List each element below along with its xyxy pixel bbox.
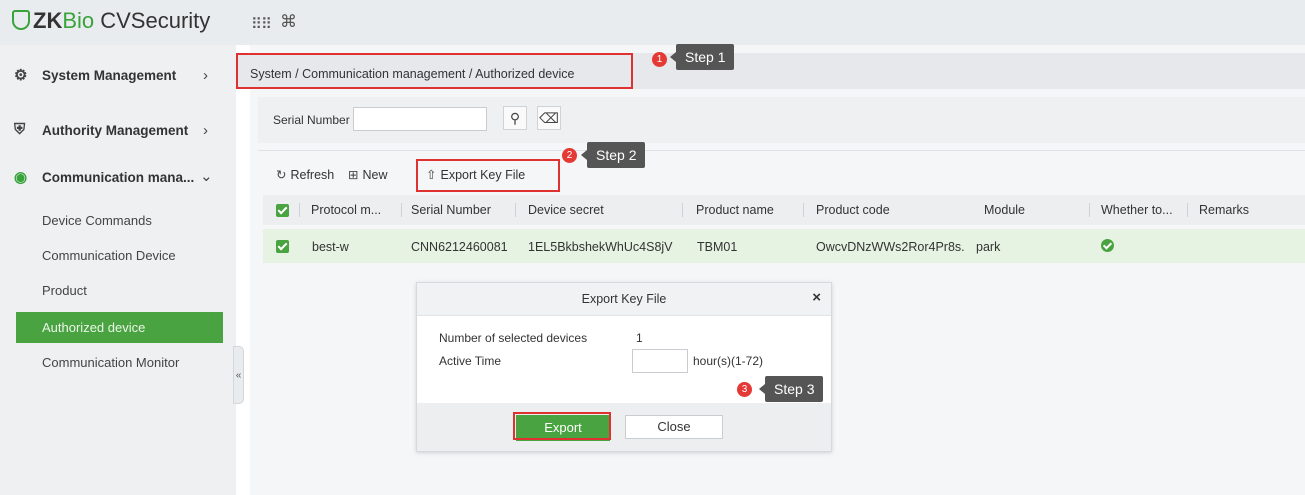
chevron-right-icon: › — [203, 67, 208, 84]
sidebar-collapse-handle[interactable]: « — [233, 346, 244, 404]
column-product-name[interactable]: Product name — [696, 203, 774, 217]
menu-label: Authority Management — [42, 123, 189, 138]
broadcast-icon: ◉ — [14, 169, 28, 186]
refresh-icon: ↻ — [276, 168, 287, 182]
column-device-secret[interactable]: Device secret — [528, 203, 604, 217]
step1-highlight — [236, 53, 633, 89]
chevron-down-icon: ⌄ — [200, 168, 213, 185]
refresh-button[interactable]: ↻ Refresh — [276, 167, 334, 182]
step3-highlight — [513, 412, 611, 440]
app-grid-icon[interactable]: ⠿⠿ — [251, 15, 272, 33]
step1-callout: Step 1 — [669, 44, 735, 70]
close-button[interactable]: Close — [625, 415, 723, 439]
selected-devices-label: Number of selected devices — [439, 331, 588, 345]
column-separator — [401, 203, 402, 217]
column-product-code[interactable]: Product code — [816, 203, 890, 217]
step2-callout: Step 2 — [580, 142, 646, 168]
search-icon[interactable]: ⚲ — [503, 106, 527, 130]
logo-bio-text: Bio — [62, 8, 95, 33]
command-icon[interactable]: ⌘ — [280, 12, 297, 32]
check-circle-icon — [1101, 239, 1114, 252]
menu-communication-management[interactable]: ◉ Communication mana... ⌄ — [0, 159, 236, 195]
step3-callout: Step 3 — [758, 376, 824, 402]
menu-label: Communication mana... — [42, 170, 195, 185]
active-time-label: Active Time — [439, 354, 502, 368]
dialog-title: Export Key File — [581, 292, 667, 306]
step3-number: 3 — [737, 382, 752, 397]
column-module[interactable]: Module — [984, 203, 1025, 217]
new-button[interactable]: ⊞ New — [348, 167, 388, 182]
cell-protocol: best-w — [312, 240, 349, 254]
menu-label: System Management — [42, 68, 177, 83]
active-time-unit: hour(s)(1-72) — [693, 354, 764, 368]
column-separator — [682, 203, 683, 217]
new-label: New — [362, 168, 388, 182]
gear-icon: ⚙ — [14, 67, 28, 84]
refresh-label: Refresh — [290, 168, 335, 182]
toolbar-divider — [258, 150, 1305, 151]
clear-icon[interactable]: ⌫ — [537, 106, 561, 130]
shield-icon: ⛨ — [14, 121, 26, 138]
cell-serial: CNN6212460081 — [411, 240, 508, 254]
sidebar-item-product[interactable]: Product — [16, 275, 223, 306]
step2-highlight — [416, 159, 560, 192]
column-remarks[interactable]: Remarks — [1199, 203, 1249, 217]
step2-number: 2 — [562, 148, 577, 163]
shield-icon — [12, 10, 30, 30]
new-icon: ⊞ — [348, 168, 359, 182]
selected-devices-value: 1 — [636, 331, 643, 345]
chevron-right-icon: › — [203, 122, 208, 139]
close-icon[interactable]: × — [812, 289, 821, 306]
sidebar-item-device-commands[interactable]: Device Commands — [16, 205, 223, 236]
sidebar-item-communication-monitor[interactable]: Communication Monitor — [16, 347, 223, 378]
serial-number-input[interactable] — [353, 107, 487, 131]
top-bar: ZKBio CVSecurity ⠿⠿ ⌘ — [0, 0, 1305, 45]
column-separator — [299, 203, 300, 217]
row-checkbox[interactable] — [276, 240, 289, 253]
column-separator — [1089, 203, 1090, 217]
dialog-footer — [417, 403, 831, 451]
menu-authority-management[interactable]: ⛨ Authority Management › — [0, 112, 236, 148]
logo-rest-text: CVSecurity — [94, 8, 211, 33]
serial-number-label: Serial Number — [273, 113, 350, 127]
select-all-checkbox[interactable] — [276, 204, 289, 217]
cell-product-name: TBM01 — [697, 240, 738, 254]
column-protocol[interactable]: Protocol m... — [311, 203, 381, 217]
logo-zk-text: ZK — [33, 8, 63, 33]
column-separator — [1187, 203, 1188, 217]
column-separator — [803, 203, 804, 217]
column-separator — [515, 203, 516, 217]
column-serial-number[interactable]: Serial Number — [411, 203, 491, 217]
sidebar-item-authorized-device[interactable]: Authorized device — [16, 312, 223, 343]
active-time-input[interactable] — [632, 349, 688, 373]
export-key-file-dialog: Export Key File × Number of selected dev… — [416, 282, 832, 452]
menu-system-management[interactable]: ⚙ System Management › — [0, 57, 236, 93]
cell-secret: 1EL5BkbshekWhUc4S8jV — [528, 240, 673, 254]
app-logo[interactable]: ZKBio CVSecurity — [12, 8, 210, 34]
sidebar-item-communication-device[interactable]: Communication Device — [16, 240, 223, 271]
cell-module: park — [976, 240, 1001, 254]
column-whether[interactable]: Whether to... — [1101, 203, 1173, 217]
step1-number: 1 — [652, 52, 667, 67]
cell-product-code: OwcvDNzWWs2Ror4Pr8s. — [816, 240, 965, 254]
